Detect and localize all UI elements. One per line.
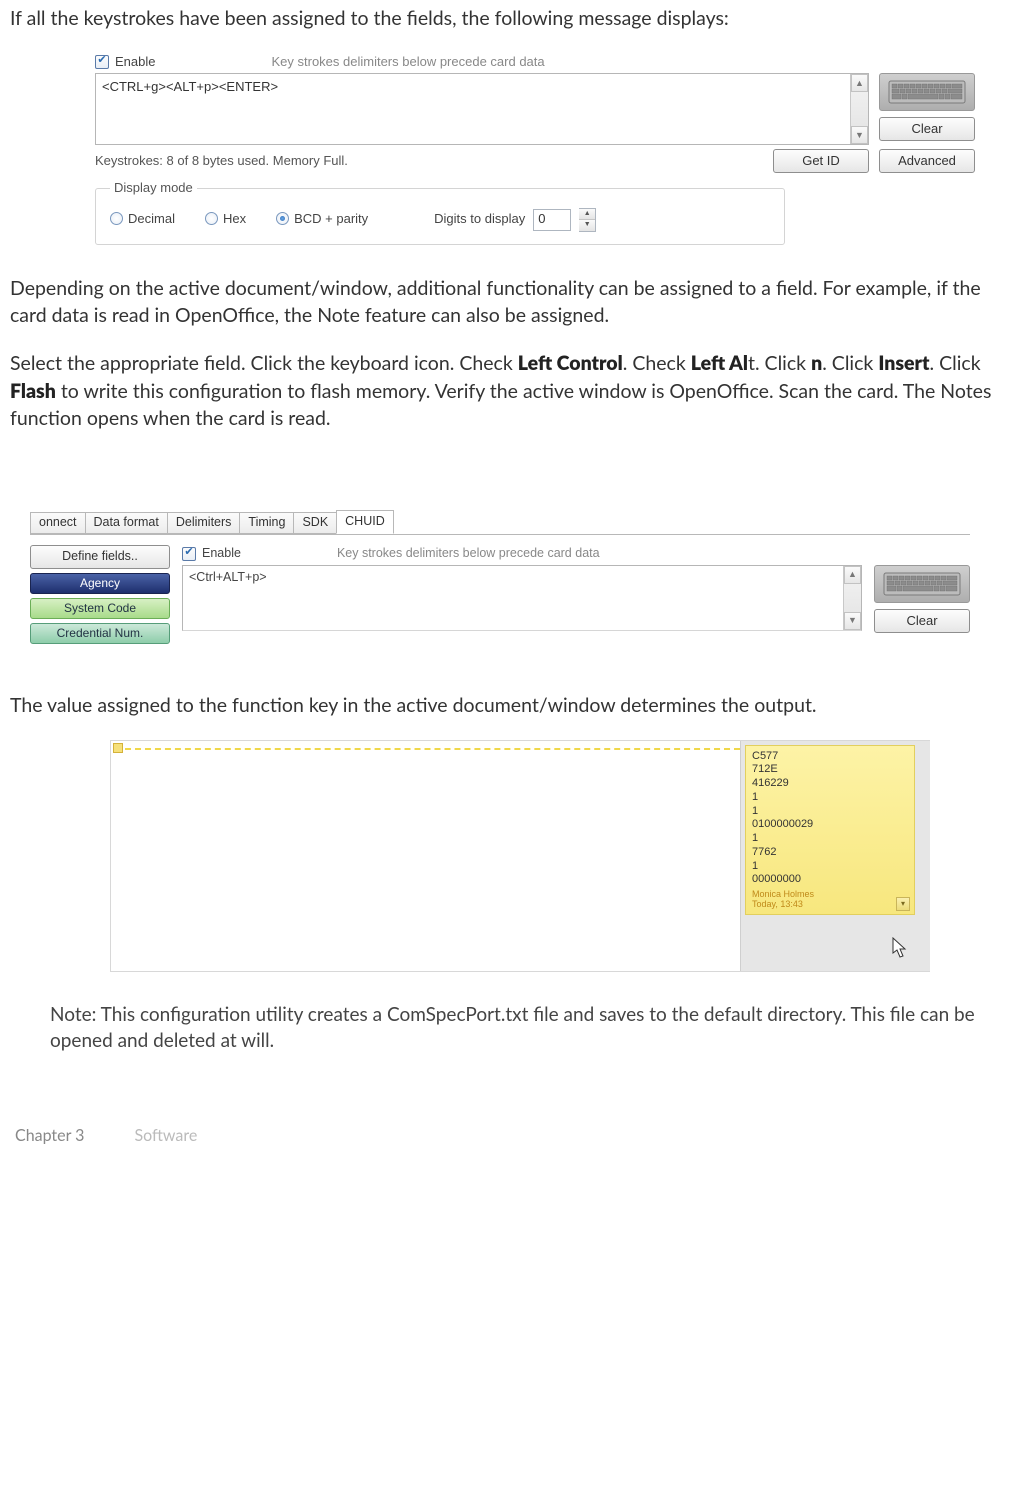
keyboard-icon [883, 572, 961, 596]
tab-bar: onnect Data format Delimiters Timing SDK… [30, 511, 970, 535]
scrollbar[interactable]: ▲ ▼ [850, 74, 868, 144]
footer-chapter: Chapter 3 [15, 1125, 84, 1148]
note-line: 712E [752, 763, 908, 777]
txt: . Click [822, 352, 878, 375]
sticky-note[interactable]: C577 712E 416229 1 1 0100000029 1 7762 1… [745, 745, 915, 915]
tab-sdk[interactable]: SDK [293, 512, 337, 534]
keyboard-icon-button[interactable] [879, 73, 975, 111]
instruction-paragraph: Select the appropriate field. Click the … [10, 350, 1004, 433]
note-line: 416229 [752, 777, 908, 791]
field-system-code[interactable]: System Code [30, 598, 170, 619]
scroll-down-icon[interactable]: ▼ [844, 612, 861, 630]
keyboard-icon-button-2[interactable] [874, 565, 970, 603]
note-anchor-icon[interactable] [113, 743, 123, 753]
digits-label: Digits to display [434, 210, 525, 228]
spinner-down-icon[interactable]: ▼ [579, 220, 595, 231]
chuid-panel: onnect Data format Delimiters Timing SDK… [30, 511, 970, 644]
tab-timing[interactable]: Timing [239, 512, 294, 534]
keystrokes-status: Keystrokes: 8 of 8 bytes used. Memory Fu… [95, 152, 763, 170]
tab-delimiters[interactable]: Delimiters [167, 512, 241, 534]
cursor-icon [892, 937, 908, 959]
note-line: 1 [752, 791, 908, 805]
keystrokes-hint: Key strokes delimiters below precede car… [271, 53, 544, 71]
enable-checkbox[interactable] [95, 55, 109, 69]
bold-insert: Insert [878, 352, 929, 375]
clear-button[interactable]: Clear [879, 117, 975, 141]
keystrokes-hint-2: Key strokes delimiters below precede car… [337, 545, 600, 563]
note-line: 1 [752, 832, 908, 846]
tab-connect[interactable]: onnect [30, 512, 86, 534]
keystrokes-value: <CTRL+g><ALT+p><ENTER> [102, 79, 278, 94]
clear-button-2[interactable]: Clear [874, 609, 970, 633]
display-mode-group: Display mode Decimal Hex BCD + parity Di… [95, 179, 785, 244]
note-line: 1 [752, 805, 908, 819]
scroll-up-icon[interactable]: ▲ [851, 74, 868, 92]
field-credential-num[interactable]: Credential Num. [30, 623, 170, 644]
mid-paragraph: Depending on the active document/window,… [10, 275, 1004, 330]
scroll-down-icon[interactable]: ▼ [851, 126, 868, 144]
document-area[interactable] [111, 741, 740, 971]
display-mode-legend: Display mode [110, 179, 197, 197]
tab-data-format[interactable]: Data format [85, 512, 168, 534]
enable-label-2: Enable [202, 545, 241, 563]
note-line: C577 [752, 750, 908, 764]
advanced-button[interactable]: Advanced [879, 149, 975, 173]
digits-spinner[interactable]: ▲ ▼ [579, 208, 596, 232]
radio-hex[interactable]: Hex [205, 210, 246, 228]
txt: Select the appropriate field. Click the … [10, 352, 518, 375]
note-line: 7762 [752, 846, 908, 860]
note-line: 0100000029 [752, 818, 908, 832]
field-agency[interactable]: Agency [30, 573, 170, 594]
keystrokes-textarea-2[interactable]: <Ctrl+ALT+p> ▲ ▼ [182, 565, 862, 631]
txt: t. Click [748, 352, 811, 375]
bold-flash: Flash [10, 380, 56, 403]
keystrokes-value-2: <Ctrl+ALT+p> [189, 570, 267, 584]
scroll-up-icon[interactable]: ▲ [844, 566, 861, 584]
note-sidebar: C577 712E 416229 1 1 0100000029 1 7762 1… [740, 741, 930, 971]
digits-input[interactable]: 0 [533, 209, 571, 231]
radio-bcd-label: BCD + parity [294, 211, 368, 226]
after-panel2-paragraph: The value assigned to the function key i… [10, 692, 1004, 720]
openoffice-note-window: C577 712E 416229 1 1 0100000029 1 7762 1… [110, 740, 930, 972]
bold-left-control: Left Control [518, 352, 623, 375]
note-timestamp: Today, 13:43 [752, 900, 814, 910]
get-id-button[interactable]: Get ID [773, 149, 869, 173]
page-footer: Chapter 3 Software [10, 1125, 1004, 1148]
txt: to write this configuration to flash mem… [10, 380, 991, 431]
intro-paragraph: If all the keystrokes have been assigned… [10, 5, 1004, 33]
note-line: 1 [752, 860, 908, 874]
keystrokes-textarea[interactable]: <CTRL+g><ALT+p><ENTER> ▲ ▼ [95, 73, 869, 145]
enable-checkbox-2[interactable] [182, 547, 196, 561]
radio-bcd[interactable]: BCD + parity [276, 210, 368, 228]
note-line: 00000000 [752, 873, 908, 887]
note-paragraph: Note: This configuration utility creates… [50, 1002, 990, 1055]
scrollbar-2[interactable]: ▲ ▼ [843, 566, 861, 630]
keyboard-icon [888, 80, 966, 104]
define-fields-button[interactable]: Define fields.. [30, 545, 170, 569]
spinner-up-icon[interactable]: ▲ [579, 209, 595, 220]
bold-n: n [811, 352, 822, 375]
radio-hex-label: Hex [223, 211, 246, 226]
radio-decimal[interactable]: Decimal [110, 210, 175, 228]
footer-title: Software [134, 1125, 197, 1148]
txt: . Check [623, 352, 691, 375]
note-menu-icon[interactable]: ▾ [896, 897, 910, 911]
bold-left-alt: Left Al [691, 352, 748, 375]
note-author-timestamp: Monica Holmes Today, 13:43 [752, 890, 814, 910]
enable-label: Enable [115, 53, 155, 71]
txt: . Click [930, 352, 981, 375]
tab-chuid[interactable]: CHUID [336, 510, 394, 534]
radio-decimal-label: Decimal [128, 211, 175, 226]
keystrokes-panel-full: Enable Key strokes delimiters below prec… [95, 53, 975, 245]
note-connector-line [125, 748, 740, 750]
